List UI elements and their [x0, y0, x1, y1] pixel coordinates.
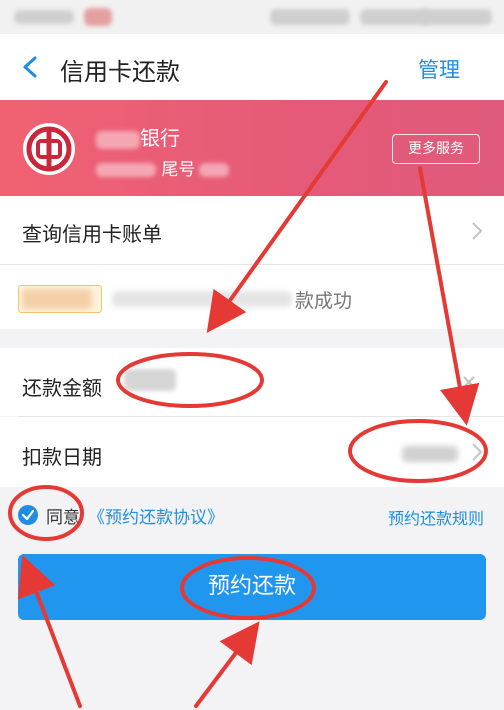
chevron-right-icon — [472, 222, 483, 240]
deduction-date-value — [402, 446, 458, 462]
page-title: 信用卡还款 — [60, 58, 180, 86]
annotation-arrow — [194, 621, 260, 708]
agreement-link[interactable]: 《预约还款协议》 — [88, 503, 224, 528]
agree-checkbox[interactable] — [18, 505, 38, 525]
notice-text: 款成功 — [295, 290, 353, 312]
amount-label: 还款金额 — [22, 376, 102, 400]
back-arrow-icon[interactable] — [20, 56, 42, 78]
more-services-button[interactable]: 更多服务 — [392, 134, 480, 164]
status-bar — [0, 0, 504, 34]
card-tail-number: 尾号 — [96, 155, 230, 180]
bank-of-china-logo-icon — [23, 123, 75, 175]
checkmark-icon — [21, 509, 35, 521]
schedule-repayment-button[interactable]: 预约还款 — [18, 554, 486, 620]
amount-row[interactable]: 还款金额 — [0, 348, 504, 416]
query-bill-row[interactable]: 查询信用卡账单 — [0, 196, 504, 264]
chevron-right-icon — [472, 443, 483, 461]
agree-label: 同意 — [46, 508, 80, 528]
bank-name: 银行 — [96, 122, 180, 151]
clear-icon[interactable] — [462, 375, 476, 389]
deduction-date-label: 扣款日期 — [22, 445, 102, 469]
rules-link[interactable]: 预约还款规则 — [388, 505, 484, 529]
amount-input[interactable] — [124, 369, 176, 391]
manage-button[interactable]: 管理 — [418, 54, 460, 84]
nav-bar: 信用卡还款 管理 — [0, 34, 504, 100]
query-bill-label: 查询信用卡账单 — [22, 222, 162, 246]
